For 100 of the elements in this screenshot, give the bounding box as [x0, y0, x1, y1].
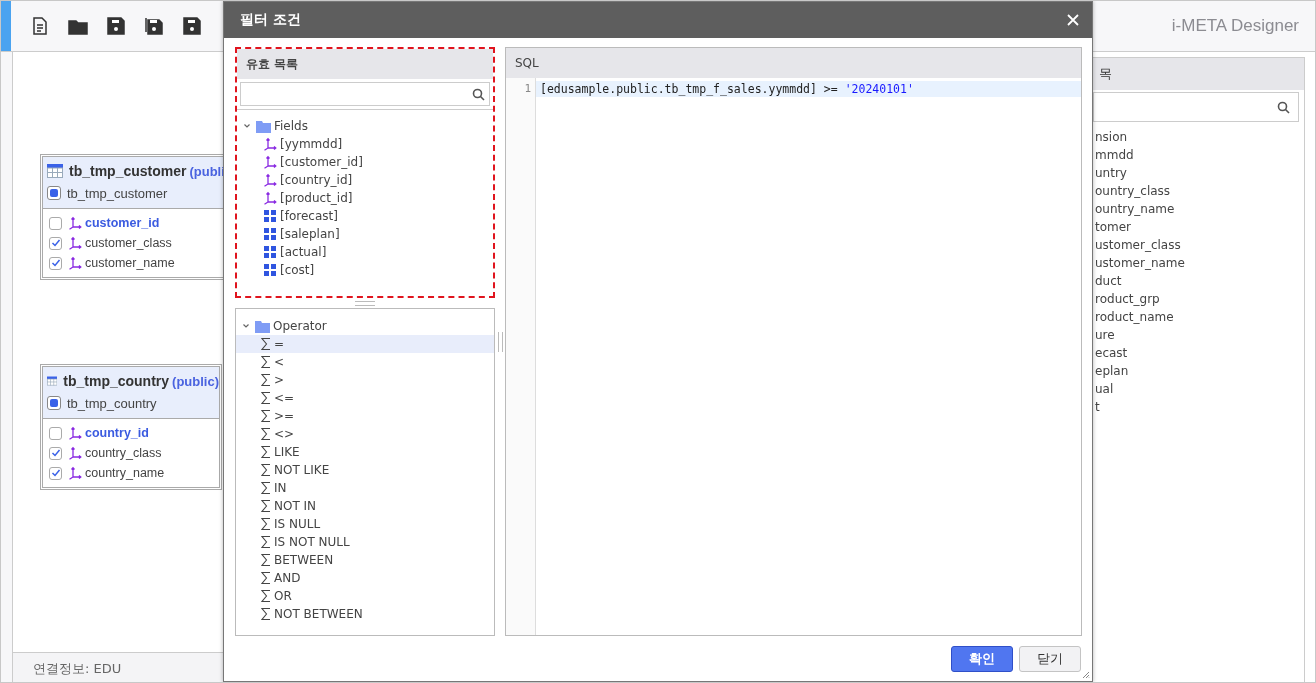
column-name: country_name	[85, 466, 165, 480]
column-name: country_class	[85, 446, 162, 460]
tree-item[interactable]: ure	[1095, 326, 1304, 344]
panel-title: 유효 목록	[237, 49, 493, 79]
tree-folder[interactable]: Operator	[273, 319, 327, 333]
tree-item[interactable]: roduct_name	[1095, 308, 1304, 326]
table-alias: tb_tmp_country	[67, 395, 157, 411]
field-item[interactable]: [cost]	[280, 263, 315, 277]
operator-item[interactable]: >=	[236, 407, 494, 425]
tree-item[interactable]: ual	[1095, 380, 1304, 398]
field-item[interactable]: [country_id]	[280, 173, 353, 187]
axis-icon	[68, 216, 82, 230]
search-icon[interactable]	[472, 87, 485, 101]
operator-item[interactable]: OR	[236, 587, 494, 605]
sigma-icon	[261, 607, 271, 621]
tree-item[interactable]: t	[1095, 398, 1304, 416]
sigma-icon	[261, 571, 271, 585]
sigma-icon	[261, 391, 271, 405]
table-icon	[47, 164, 63, 178]
checkbox[interactable]	[49, 216, 62, 230]
close-button[interactable]: 닫기	[1019, 646, 1081, 672]
schema-label: (public)	[172, 373, 219, 389]
sigma-icon	[261, 517, 271, 531]
search-field[interactable]	[1093, 92, 1299, 122]
tree-item[interactable]: ountry_name	[1095, 200, 1304, 218]
search-icon[interactable]	[1277, 100, 1290, 114]
tree-item[interactable]: ountry_class	[1095, 182, 1304, 200]
number-grid-icon	[263, 263, 277, 277]
tree-item[interactable]: ustomer_class	[1095, 236, 1304, 254]
axis-icon	[68, 236, 82, 250]
table-selector[interactable]	[47, 186, 61, 200]
checkbox[interactable]	[49, 466, 62, 480]
operator-item[interactable]: <>	[236, 425, 494, 443]
number-grid-icon	[263, 227, 277, 241]
table-name: tb_tmp_country	[63, 373, 170, 389]
checkbox[interactable]	[49, 426, 62, 440]
field-item[interactable]: [product_id]	[280, 191, 353, 205]
tree-item[interactable]: untry	[1095, 164, 1304, 182]
operator-item[interactable]: >	[236, 371, 494, 389]
column-name: customer_id	[85, 216, 160, 230]
tree-item[interactable]: mmdd	[1095, 146, 1304, 164]
tree-item[interactable]: eplan	[1095, 362, 1304, 380]
checkbox[interactable]	[49, 236, 62, 250]
axis-icon	[68, 426, 82, 440]
checkbox[interactable]	[49, 446, 62, 460]
operator-item[interactable]: NOT LIKE	[236, 461, 494, 479]
field-item[interactable]: [yymmdd]	[280, 137, 343, 151]
number-grid-icon	[263, 209, 277, 223]
operator-item[interactable]: BETWEEN	[236, 551, 494, 569]
checkbox[interactable]	[49, 256, 62, 270]
operator-item[interactable]: IS NOT NULL	[236, 533, 494, 551]
operator-item[interactable]: AND	[236, 569, 494, 587]
tree-item[interactable]: ecast	[1095, 344, 1304, 362]
tree-item[interactable]: roduct_grp	[1095, 290, 1304, 308]
operator-item[interactable]: <	[236, 353, 494, 371]
axis-icon	[68, 466, 82, 480]
sql-editor[interactable]: 1 [edusample.public.tb_tmp_f_sales.yymmdd] >= '20240101'	[506, 78, 1081, 635]
search-field[interactable]	[240, 82, 490, 106]
folder-icon	[256, 119, 271, 133]
panel-title: SQL	[506, 48, 1081, 78]
operator-item[interactable]: LIKE	[236, 443, 494, 461]
axis-icon	[263, 155, 277, 169]
operator-item[interactable]: IS NULL	[236, 515, 494, 533]
table-icon	[47, 374, 58, 388]
chevron-icon[interactable]	[242, 322, 250, 330]
table-card[interactable]: tb_tmp_country (public) tb_tmp_country country_id country_class country_name	[40, 364, 222, 490]
table-alias: tb_tmp_customer	[67, 185, 168, 201]
document-icon[interactable]	[30, 16, 50, 36]
sigma-icon	[261, 409, 271, 423]
resize-grip-icon[interactable]	[1082, 671, 1090, 679]
accent-strip	[1, 1, 11, 51]
column-name: country_id	[85, 426, 149, 440]
field-item[interactable]: [forecast]	[280, 209, 338, 223]
axis-icon	[263, 173, 277, 187]
sigma-icon	[261, 355, 271, 369]
chevron-icon[interactable]	[243, 122, 251, 130]
field-item[interactable]: [saleplan]	[280, 227, 340, 241]
axis-icon	[68, 446, 82, 460]
sigma-icon	[261, 535, 271, 549]
operator-item[interactable]: IN	[236, 479, 494, 497]
operator-item[interactable]: NOT BETWEEN	[236, 605, 494, 623]
sigma-icon	[261, 589, 271, 603]
operator-item[interactable]: <=	[236, 389, 494, 407]
folder-icon	[255, 319, 270, 333]
confirm-button[interactable]: 확인	[951, 646, 1013, 672]
operator-item[interactable]: =	[236, 335, 494, 353]
tree-item[interactable]: duct	[1095, 272, 1304, 290]
tree-item[interactable]: nsion	[1095, 128, 1304, 146]
tree-item[interactable]: ustomer_name	[1095, 254, 1304, 272]
sigma-icon	[261, 463, 271, 477]
field-item[interactable]: [actual]	[280, 245, 327, 259]
stacked-disks-icon[interactable]	[144, 16, 164, 36]
tree-item[interactable]: tomer	[1095, 218, 1304, 236]
tree-folder[interactable]: Fields	[274, 119, 308, 133]
table-selector[interactable]	[47, 396, 61, 410]
sigma-icon	[261, 553, 271, 567]
field-item[interactable]: [customer_id]	[280, 155, 363, 169]
disk-database-icon[interactable]	[182, 16, 202, 36]
axis-icon	[263, 137, 277, 151]
operator-item[interactable]: NOT IN	[236, 497, 494, 515]
